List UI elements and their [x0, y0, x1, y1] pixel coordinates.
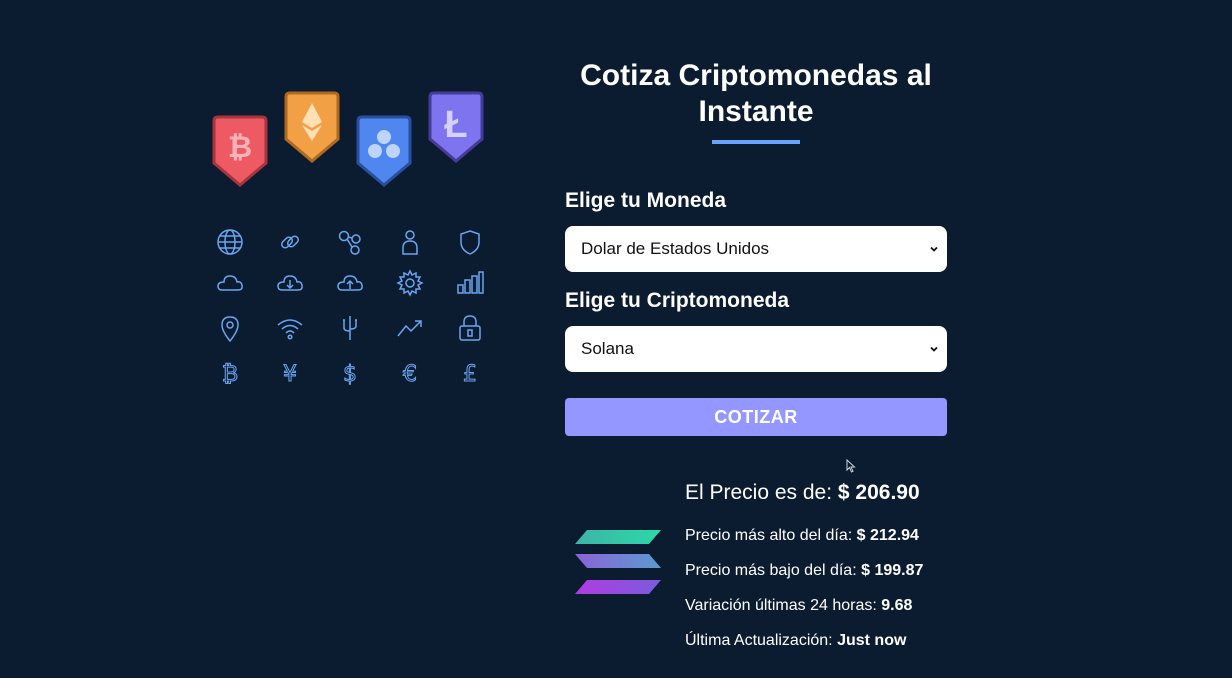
current-price: El Precio es de: $ 206.90 — [685, 478, 923, 508]
price-value: $ 206.90 — [837, 481, 920, 504]
chevron-down-icon — [930, 246, 938, 252]
wifi-icon — [275, 313, 305, 343]
lock-icon — [455, 313, 485, 343]
last-updated-label: Última Actualización: — [685, 632, 833, 649]
link-icon — [275, 227, 305, 257]
currency-label: Elige tu Moneda — [565, 189, 727, 212]
crypto-illustration: ₿ Ł ₿ ¥ $ € £ — [205, 85, 495, 405]
user-icon — [395, 227, 425, 257]
pound-icon: £ — [455, 358, 485, 388]
usb-icon — [335, 313, 365, 343]
high-price-line: Precio más alto del día: $ 212.94 — [685, 526, 923, 546]
last-updated-value: Just now — [837, 632, 907, 649]
solana-logo-icon — [575, 530, 661, 594]
price-label: El Precio es de: — [685, 481, 833, 504]
low-price-value: $ 199.87 — [861, 562, 924, 579]
svg-text:$: $ — [343, 362, 357, 387]
cloud-upload-icon — [335, 268, 365, 298]
high-price-label: Precio más alto del día: — [685, 527, 853, 544]
euro-icon: € — [395, 358, 425, 388]
result-details: El Precio es de: $ 206.90 Precio más alt… — [685, 478, 923, 651]
change-24h-line: Variación últimas 24 horas: 9.68 — [685, 596, 923, 616]
svg-text:₿: ₿ — [222, 362, 238, 387]
yen-icon: ¥ — [275, 358, 305, 388]
mouse-cursor-icon — [846, 459, 856, 473]
svg-text:€: € — [403, 362, 417, 387]
network-icon — [335, 227, 365, 257]
change-24h-value: 9.68 — [881, 597, 913, 614]
page-title: Cotiza Criptomonedas al Instante — [580, 59, 932, 128]
svg-text:£: £ — [463, 362, 477, 387]
high-price-value: $ 212.94 — [856, 527, 919, 544]
cloud-icon — [215, 268, 245, 298]
svg-text:¥: ¥ — [283, 362, 297, 387]
crypto-select-value: Solana — [581, 339, 634, 358]
trend-up-icon — [395, 313, 425, 343]
dollar-icon: $ — [335, 358, 365, 388]
location-pin-icon — [215, 313, 245, 343]
bitcoin-icon: ₿ — [215, 358, 245, 388]
shield-icon — [455, 227, 485, 257]
quote-result: El Precio es de: $ 206.90 Precio más alt… — [575, 478, 975, 658]
crypto-label: Elige tu Criptomoneda — [565, 289, 790, 312]
globe-icon — [215, 227, 245, 257]
crypto-select[interactable]: Solana — [565, 326, 947, 372]
quote-form-panel: Cotiza Criptomonedas al Instante Elige t… — [565, 58, 947, 436]
currency-select-value: Dolar de Estados Unidos — [581, 239, 770, 258]
gear-icon — [395, 268, 425, 298]
quote-button[interactable]: COTIZAR — [565, 398, 947, 436]
icon-grid: ₿ ¥ $ € £ — [205, 85, 495, 405]
chevron-down-icon — [930, 346, 938, 352]
currency-select[interactable]: Dolar de Estados Unidos — [565, 226, 947, 272]
title-underline — [712, 140, 800, 144]
low-price-label: Precio más bajo del día: — [685, 562, 857, 579]
bar-chart-icon — [455, 268, 485, 298]
change-24h-label: Variación últimas 24 horas: — [685, 597, 877, 614]
last-updated-line: Última Actualización: Just now — [685, 631, 923, 651]
low-price-line: Precio más bajo del día: $ 199.87 — [685, 561, 923, 581]
cloud-download-icon — [275, 268, 305, 298]
